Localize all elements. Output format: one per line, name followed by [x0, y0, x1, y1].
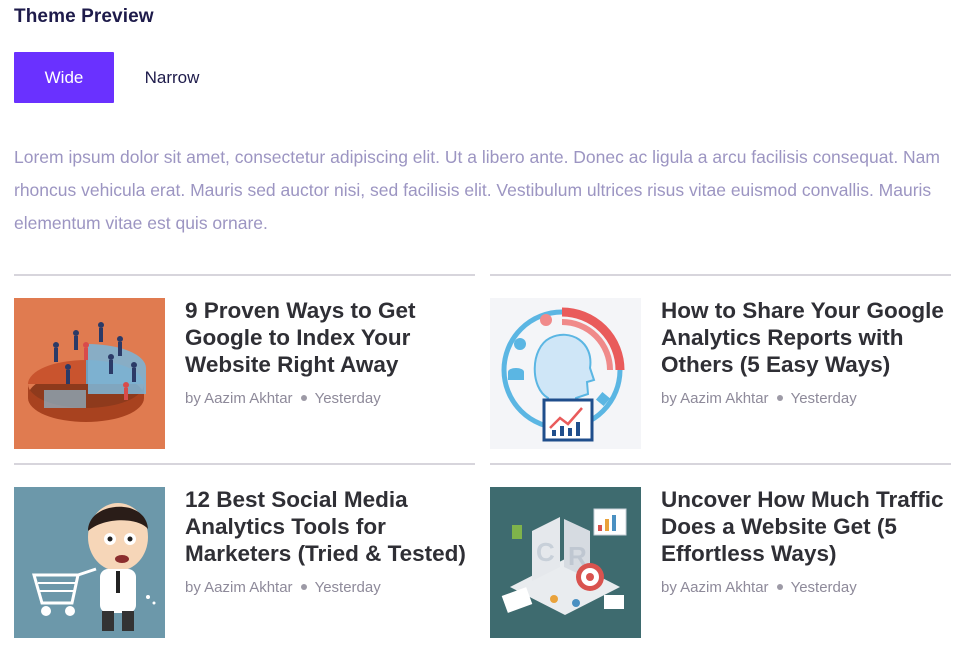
- intro-paragraph: Lorem ipsum dolor sit amet, consectetur …: [14, 147, 940, 233]
- separator-dot-icon: [776, 584, 783, 591]
- head-analytics-illustration: [490, 298, 641, 449]
- post-date: Yesterday: [314, 579, 381, 596]
- separator-dot-icon: [776, 395, 783, 402]
- post-author[interactable]: by Aazim Akhtar: [185, 390, 293, 407]
- post-meta: by Aazim Akhtar Yesterday: [185, 390, 381, 407]
- cro-isometric-illustration: C R: [490, 487, 641, 638]
- post-date: Yesterday: [790, 390, 857, 407]
- post-thumbnail[interactable]: C R: [490, 487, 641, 638]
- post-thumbnail[interactable]: [14, 487, 165, 638]
- post-card[interactable]: How to Share Your Google Analytics Repor…: [490, 274, 951, 449]
- layout-tabs: Wide Narrow: [14, 52, 230, 103]
- separator-dot-icon: [300, 395, 307, 402]
- post-author[interactable]: by Aazim Akhtar: [661, 390, 769, 407]
- post-date: Yesterday: [790, 579, 857, 596]
- post-title[interactable]: 9 Proven Ways to Get Google to Index You…: [185, 297, 475, 378]
- post-title[interactable]: Uncover How Much Traffic Does a Website …: [661, 486, 951, 567]
- post-meta: by Aazim Akhtar Yesterday: [661, 390, 857, 407]
- post-card[interactable]: C R Uncover How Much Traffic Does a Webs…: [490, 463, 951, 638]
- separator-dot-icon: [300, 584, 307, 591]
- svg-text:C: C: [536, 537, 555, 567]
- post-card[interactable]: 9 Proven Ways to Get Google to Index You…: [14, 274, 475, 449]
- shopping-cart-cartoon-illustration: [14, 487, 165, 638]
- post-title[interactable]: How to Share Your Google Analytics Repor…: [661, 297, 951, 378]
- post-thumbnail[interactable]: [14, 298, 165, 449]
- page-title: Theme Preview: [14, 6, 154, 27]
- post-author[interactable]: by Aazim Akhtar: [661, 579, 769, 596]
- post-author[interactable]: by Aazim Akhtar: [185, 579, 293, 596]
- pie-chart-people-illustration: [14, 298, 165, 449]
- tab-narrow[interactable]: Narrow: [114, 52, 230, 103]
- post-thumbnail[interactable]: [490, 298, 641, 449]
- post-card[interactable]: 12 Best Social Media Analytics Tools for…: [14, 463, 475, 638]
- post-meta: by Aazim Akhtar Yesterday: [185, 579, 381, 596]
- post-title[interactable]: 12 Best Social Media Analytics Tools for…: [185, 486, 475, 567]
- post-meta: by Aazim Akhtar Yesterday: [661, 579, 857, 596]
- tab-wide[interactable]: Wide: [14, 52, 114, 103]
- post-date: Yesterday: [314, 390, 381, 407]
